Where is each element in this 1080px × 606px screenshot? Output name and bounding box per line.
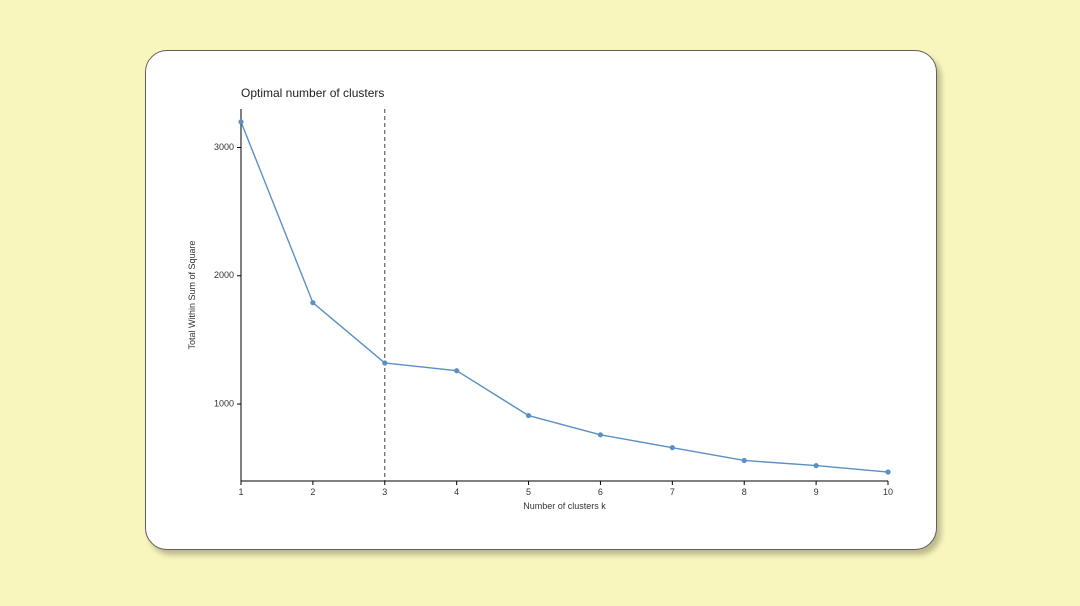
- x-tick-label: 4: [454, 487, 459, 497]
- data-point: [742, 458, 747, 463]
- data-point: [885, 469, 890, 474]
- data-point: [310, 300, 315, 305]
- data-point: [598, 432, 603, 437]
- chart-plot: Optimal number of clusters 1000 2000 3000 1 2…: [176, 79, 906, 521]
- y-tick-label: 3000: [214, 142, 234, 152]
- y-tick-label: 2000: [214, 270, 234, 280]
- data-line: [241, 122, 888, 472]
- y-tick-label: 1000: [214, 398, 234, 408]
- x-tick-label: 1: [238, 487, 243, 497]
- x-tick-label: 5: [526, 487, 531, 497]
- data-point: [382, 360, 387, 365]
- x-tick-label: 10: [883, 487, 893, 497]
- chart-svg: Optimal number of clusters 1000 2000 3000 1 2…: [176, 79, 906, 521]
- y-axis-label: Total Within Sum of Square: [187, 240, 197, 349]
- data-point: [454, 368, 459, 373]
- x-tick-label: 2: [310, 487, 315, 497]
- x-tick-label: 7: [670, 487, 675, 497]
- chart-title: Optimal number of clusters: [241, 86, 384, 100]
- data-point: [238, 119, 243, 124]
- x-axis-label: Number of clusters k: [523, 501, 606, 511]
- x-tick-label: 3: [382, 487, 387, 497]
- data-point: [814, 463, 819, 468]
- data-point: [670, 445, 675, 450]
- data-point: [526, 413, 531, 418]
- x-tick-label: 9: [814, 487, 819, 497]
- x-tick-label: 6: [598, 487, 603, 497]
- chart-card: Optimal number of clusters 1000 2000 3000 1 2…: [145, 50, 937, 550]
- x-tick-label: 8: [742, 487, 747, 497]
